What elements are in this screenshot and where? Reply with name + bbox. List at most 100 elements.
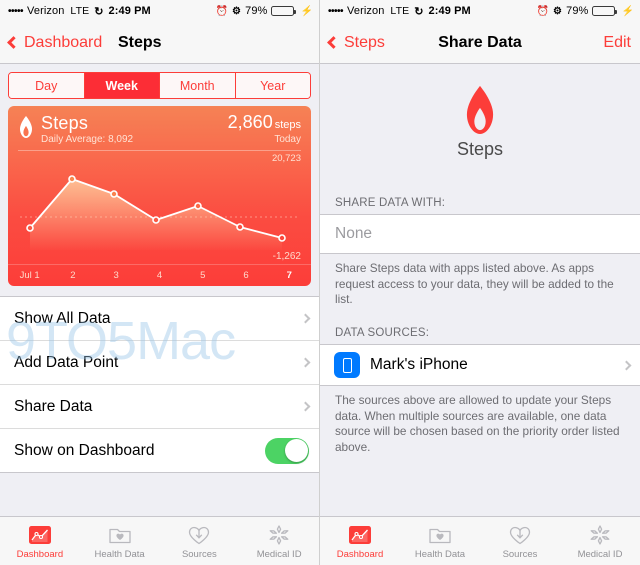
battery-icon xyxy=(592,6,618,16)
x-tick-3: 4 xyxy=(156,270,163,281)
left-phone-screen: ••••• Verizon LTE ↻ 2:49 PM ⏰ ⚙︎ 79% ⚡ D… xyxy=(0,0,320,565)
data-sources-section-header: DATA SOURCES: xyxy=(320,310,640,345)
chart-title-group: Steps Daily Average: 8,092 xyxy=(41,113,133,145)
segment-day[interactable]: Day xyxy=(9,73,85,98)
heart-download-icon xyxy=(187,523,211,547)
segment-year[interactable]: Year xyxy=(235,73,310,98)
flame-icon xyxy=(466,86,494,134)
x-tick-2: 3 xyxy=(113,270,119,281)
status-bar-right-group: ⏰ ⚙︎ 79% ⚡ xyxy=(536,5,634,17)
lightning-bolt-icon: ⚡ xyxy=(621,5,634,17)
nav-bar-left: Dashboard Steps xyxy=(0,22,319,64)
tab-sources[interactable]: Sources xyxy=(480,517,560,565)
share-data-value: None xyxy=(335,225,373,242)
alarm-icon: ⏰ xyxy=(215,5,229,17)
row-label: Show All Data xyxy=(14,309,111,327)
row-add-data-point[interactable]: Add Data Point xyxy=(0,341,319,385)
battery-icon xyxy=(271,6,297,16)
tab-health-data[interactable]: Health Data xyxy=(400,517,480,565)
row-show-all-data[interactable]: Show All Data xyxy=(0,297,319,341)
steps-chart-card[interactable]: Steps Daily Average: 8,092 2,860 steps To… xyxy=(8,106,311,286)
chevron-left-icon xyxy=(327,36,340,49)
chart-area-fill xyxy=(30,179,282,250)
chevron-right-icon xyxy=(621,360,632,371)
right-phone-screen: ••••• Verizon LTE ↻ 2:49 PM ⏰ ⚙︎ 79% ⚡ S… xyxy=(320,0,640,565)
tab-dashboard[interactable]: Dashboard xyxy=(0,517,80,565)
dashboard-chart-icon xyxy=(28,523,52,547)
tab-label: Medical ID xyxy=(577,548,623,560)
heart-download-icon xyxy=(508,523,532,547)
tab-label: Dashboard xyxy=(336,548,384,560)
chart-value-caption: Today xyxy=(274,133,301,145)
toggle-knob xyxy=(284,439,308,462)
chevron-right-icon xyxy=(300,401,311,412)
share-data-footnote: Share Steps data with apps listed above.… xyxy=(320,254,640,311)
row-share-data[interactable]: Share Data xyxy=(0,385,319,429)
x-tick-6: 7 xyxy=(286,270,292,281)
tab-sources[interactable]: Sources xyxy=(160,517,240,565)
tab-dashboard[interactable]: Dashboard xyxy=(320,517,400,565)
row-show-on-dashboard[interactable]: Show on Dashboard xyxy=(0,429,319,473)
tab-label: Medical ID xyxy=(256,548,302,560)
x-tick-1: 2 xyxy=(70,270,76,281)
network-type-label: LTE xyxy=(70,5,90,17)
segmented-control-container: Day Week Month Year xyxy=(0,64,319,106)
signal-strength-icon: ••••• xyxy=(8,5,24,17)
tab-bar-right[interactable]: Dashboard Health Data Sources Medical ID xyxy=(320,516,640,565)
tab-label: Sources xyxy=(181,548,217,560)
back-button-dashboard[interactable]: Dashboard xyxy=(7,34,102,52)
show-on-dashboard-toggle[interactable] xyxy=(265,437,309,464)
time-range-segmented-control[interactable]: Day Week Month Year xyxy=(8,72,311,99)
tab-label: Sources xyxy=(502,548,538,560)
clock-label: 2:49 PM xyxy=(428,5,471,17)
alarm-icon: ⏰ xyxy=(536,5,550,17)
tab-bar-left[interactable]: Dashboard Health Data Sources Medical ID xyxy=(0,516,319,565)
chevron-right-icon xyxy=(300,313,311,324)
steps-options-list: Show All Data Add Data Point Share Data … xyxy=(0,296,319,473)
folder-heart-icon xyxy=(428,523,452,547)
network-type-label: LTE xyxy=(390,5,410,17)
battery-percent-label: 79% xyxy=(245,5,268,17)
steps-hero: Steps xyxy=(320,64,640,180)
row-label: Show on Dashboard xyxy=(14,441,155,459)
tab-medical-id[interactable]: Medical ID xyxy=(560,517,640,565)
hero-label: Steps xyxy=(456,139,504,159)
tab-label: Health Data xyxy=(414,548,466,560)
segment-week[interactable]: Week xyxy=(84,73,160,98)
x-tick-0: Jul 1 xyxy=(19,270,40,281)
share-data-value-row[interactable]: None xyxy=(320,214,640,254)
folder-heart-icon xyxy=(108,523,132,547)
medical-asterisk-icon xyxy=(588,523,612,547)
x-tick-4: 5 xyxy=(200,270,206,281)
tab-health-data[interactable]: Health Data xyxy=(80,517,160,565)
steps-line-chart xyxy=(20,175,300,250)
medical-asterisk-icon xyxy=(267,523,291,547)
iphone-icon xyxy=(334,352,360,379)
status-bar-left: ••••• Verizon LTE ↻ 2:49 PM ⏰ ⚙︎ 79% ⚡ xyxy=(0,0,319,22)
page-title: Steps xyxy=(118,33,162,51)
status-bar-right: ••••• Verizon LTE ↻ 2:49 PM ⏰ ⚙︎ 79% ⚡ xyxy=(320,0,640,22)
chart-value: 2,860 xyxy=(227,112,273,132)
chart-value-group: 2,860 steps Today xyxy=(227,112,301,145)
data-source-row-marks-iphone[interactable]: Mark's iPhone xyxy=(320,344,640,387)
edit-button[interactable]: Edit xyxy=(603,34,631,52)
segment-month[interactable]: Month xyxy=(160,73,236,98)
back-button-label: Steps xyxy=(344,33,385,51)
tab-medical-id[interactable]: Medical ID xyxy=(239,517,319,565)
chart-value-row: 2,860 steps xyxy=(227,112,301,133)
flame-icon xyxy=(20,116,32,138)
sync-icon: ↻ xyxy=(94,5,104,18)
chart-value-unit: steps xyxy=(274,119,301,131)
carrier-label: Verizon xyxy=(27,5,65,17)
status-bar-right-group: ⏰ ⚙︎ 79% ⚡ xyxy=(215,5,313,17)
chart-min-label: -1,262 xyxy=(272,251,301,262)
chart-header: Steps Daily Average: 8,092 2,860 steps To… xyxy=(8,106,311,145)
back-button-steps[interactable]: Steps xyxy=(327,33,385,52)
chevron-right-icon xyxy=(300,357,311,368)
tab-label: Health Data xyxy=(94,548,145,560)
signal-strength-icon: ••••• xyxy=(328,5,344,17)
lightning-bolt-icon: ⚡ xyxy=(300,5,313,17)
data-sources-footnote: The sources above are allowed to update … xyxy=(320,386,640,458)
row-label: Add Data Point xyxy=(14,353,119,371)
data-source-name: Mark's iPhone xyxy=(370,356,468,374)
